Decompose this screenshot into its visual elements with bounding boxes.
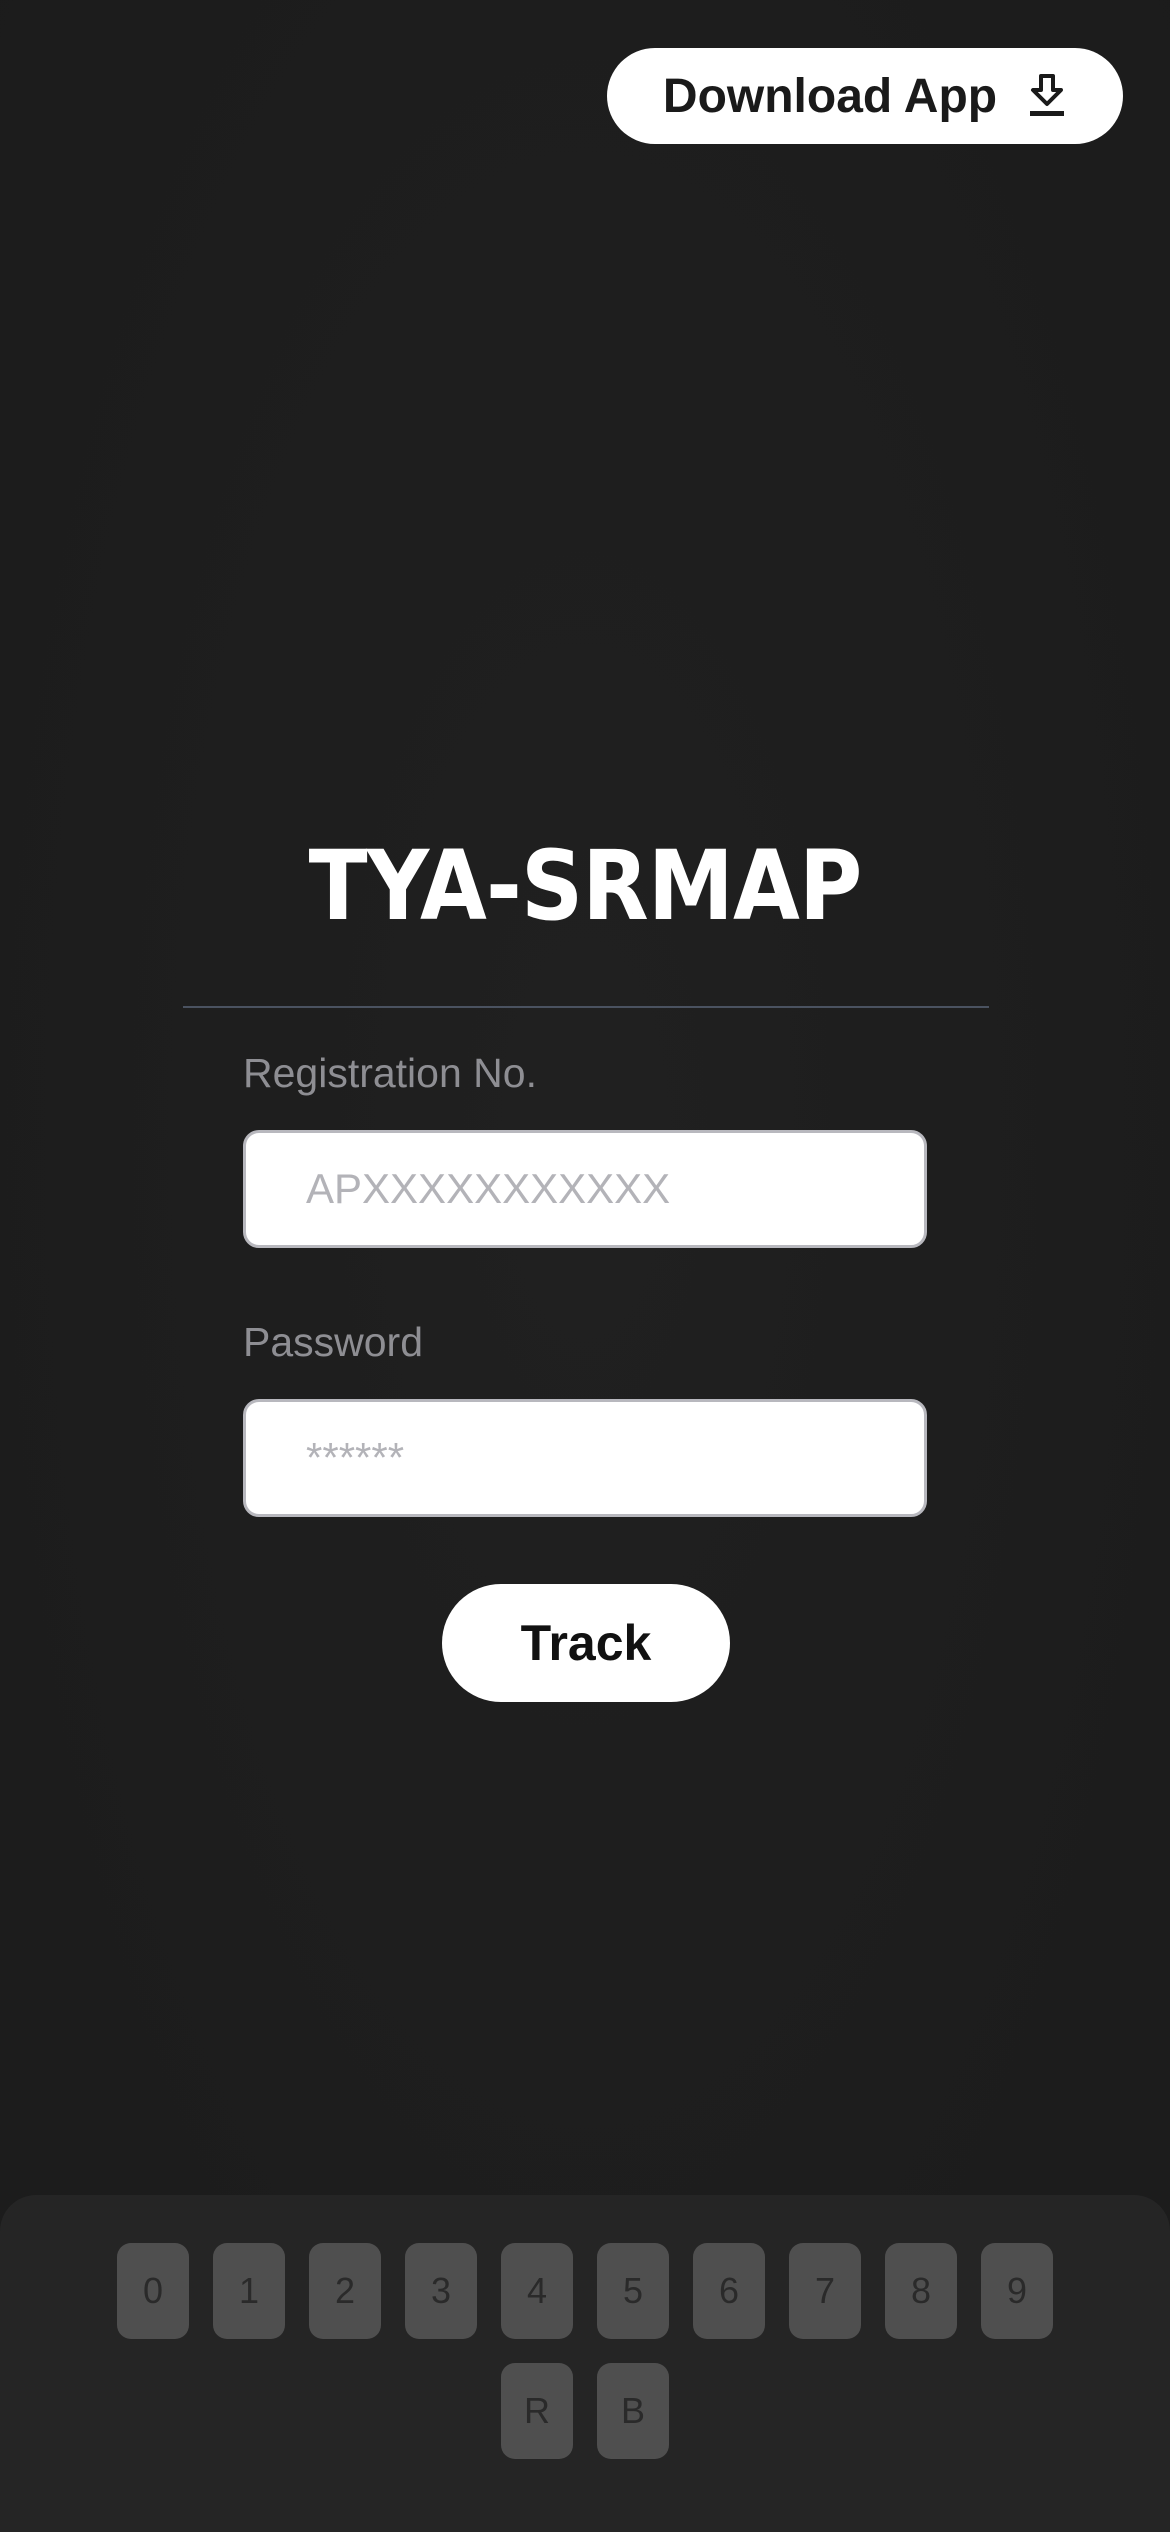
registration-input[interactable] — [243, 1130, 927, 1248]
brand-title: TYA-SRMAP — [308, 830, 863, 942]
password-input[interactable] — [243, 1399, 927, 1517]
key-3[interactable]: 3 — [405, 2243, 477, 2339]
key-2[interactable]: 2 — [309, 2243, 381, 2339]
key-8[interactable]: 8 — [885, 2243, 957, 2339]
key-4[interactable]: 4 — [501, 2243, 573, 2339]
keypad: 0 1 2 3 4 5 6 7 8 9 R B — [0, 2195, 1170, 2532]
download-icon — [1027, 74, 1067, 118]
download-app-button[interactable]: Download App — [607, 48, 1123, 144]
key-r[interactable]: R — [501, 2363, 573, 2459]
keypad-row-digits: 0 1 2 3 4 5 6 7 8 9 — [0, 2243, 1170, 2339]
divider — [183, 1006, 989, 1008]
registration-label: Registration No. — [243, 1050, 537, 1096]
key-9[interactable]: 9 — [981, 2243, 1053, 2339]
password-label: Password — [243, 1319, 424, 1365]
key-7[interactable]: 7 — [789, 2243, 861, 2339]
key-1[interactable]: 1 — [213, 2243, 285, 2339]
page: Download App TYA-SRMAP Registration No. … — [0, 0, 1170, 2532]
track-button[interactable]: Track — [442, 1584, 730, 1702]
key-6[interactable]: 6 — [693, 2243, 765, 2339]
key-0[interactable]: 0 — [117, 2243, 189, 2339]
keypad-row-letters: R B — [0, 2363, 1170, 2459]
download-app-label: Download App — [662, 69, 998, 123]
key-b[interactable]: B — [597, 2363, 669, 2459]
key-5[interactable]: 5 — [597, 2243, 669, 2339]
